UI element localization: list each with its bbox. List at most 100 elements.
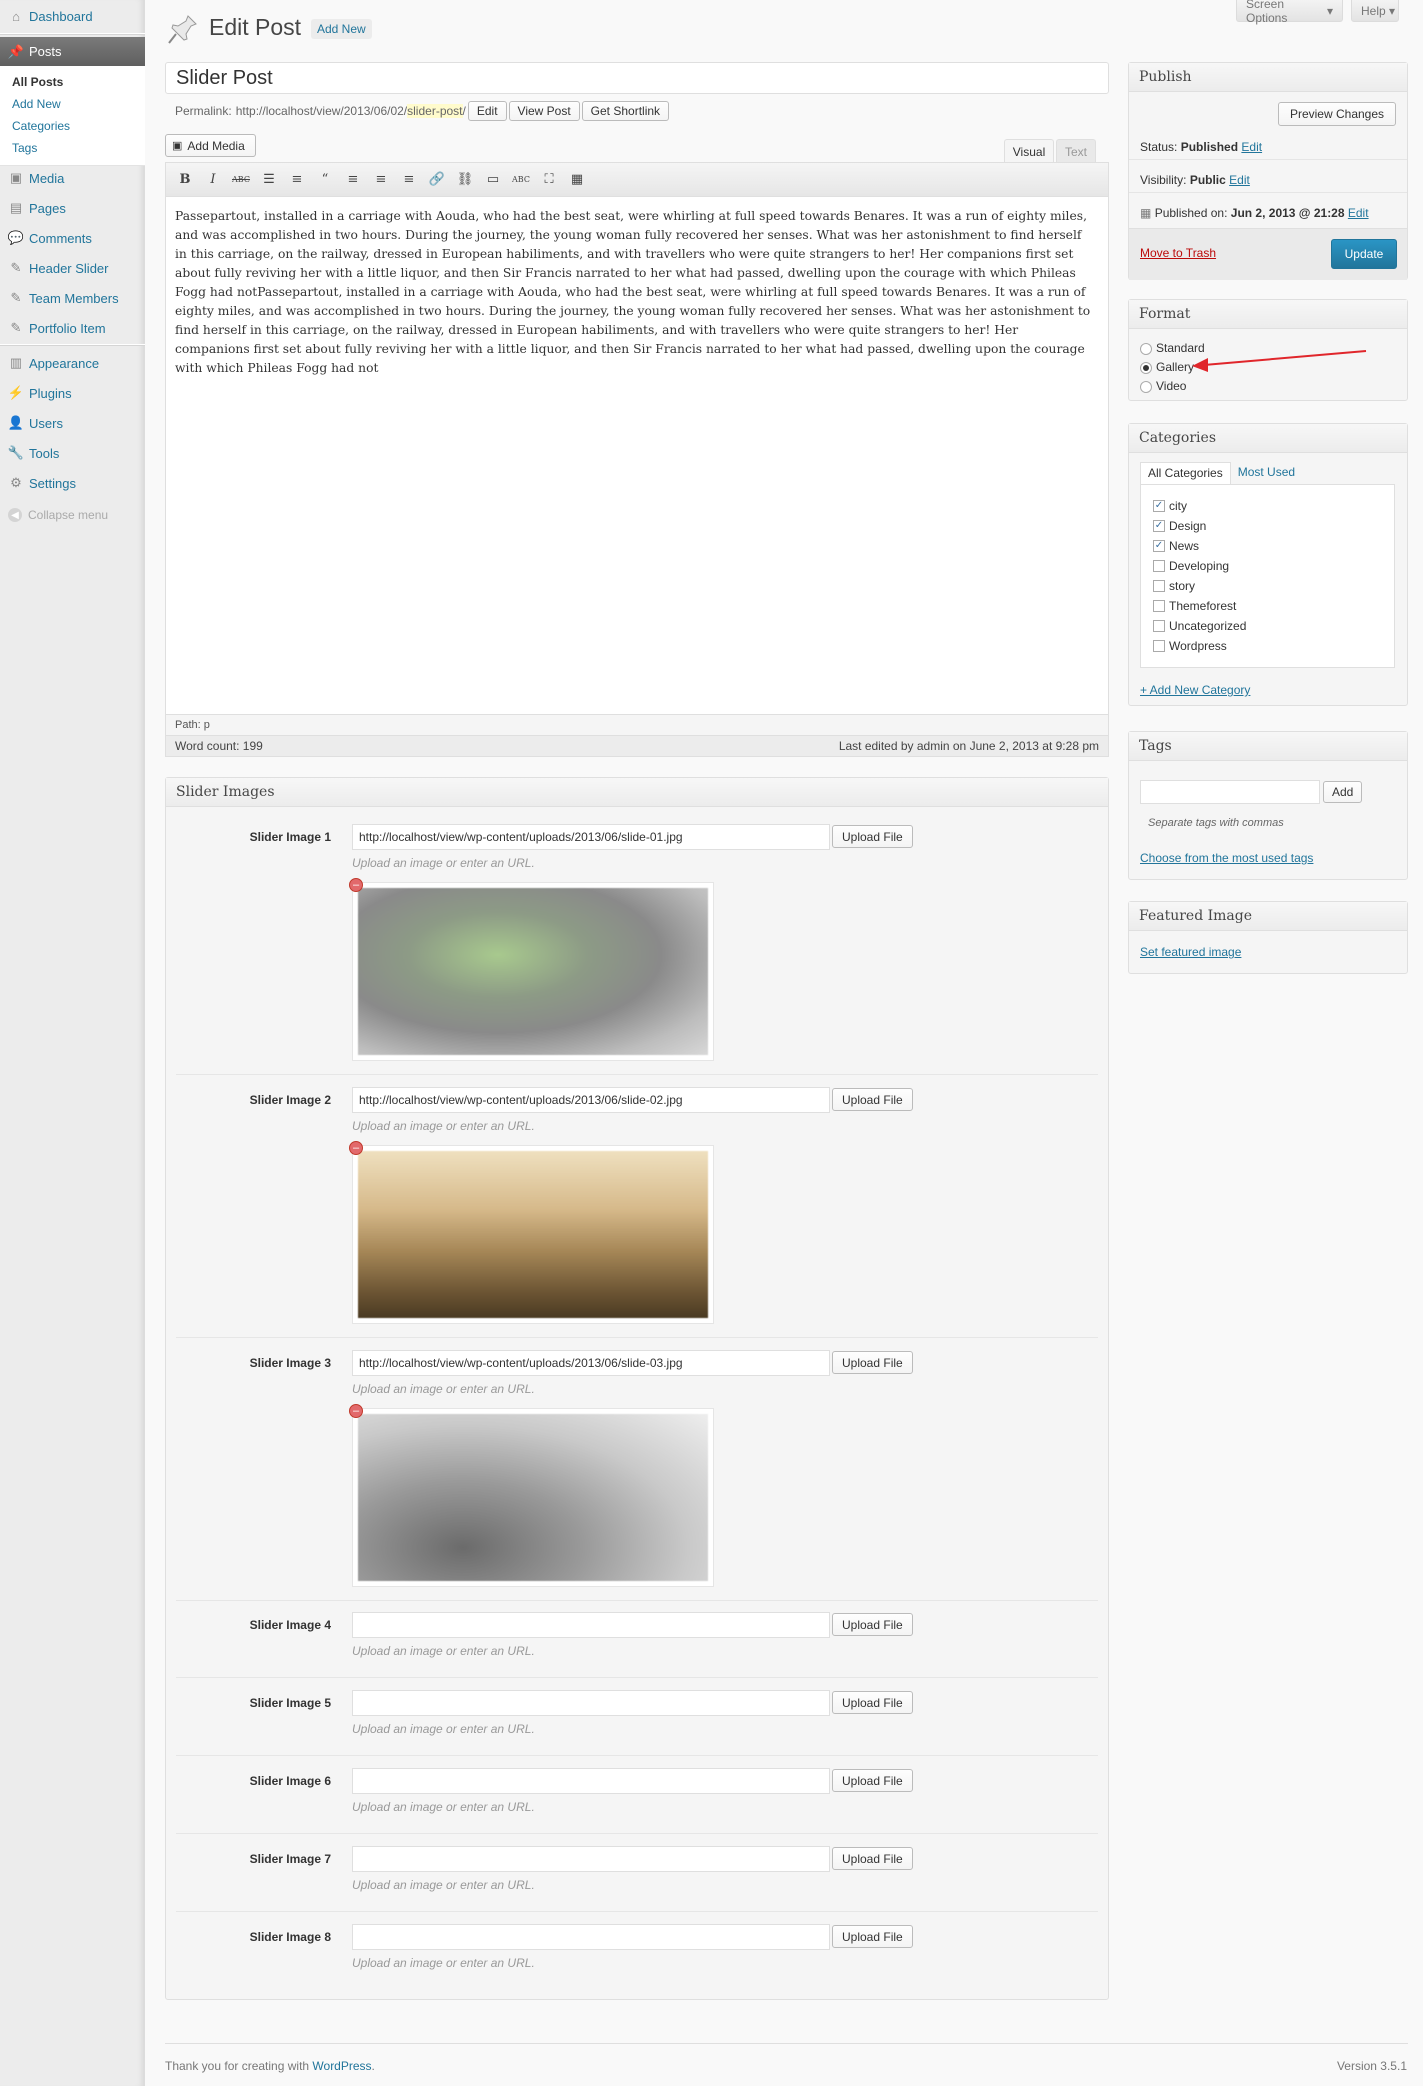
- post-editor[interactable]: B I ABC ☰ ≡ “ ≡ ≡ ≡ 🔗 ⛓ ▭ ABC ⛶ ▦ Passepartout, instal…: [165, 162, 1109, 757]
- permalink-slug[interactable]: slider-post: [407, 104, 463, 118]
- kitchen-sink-icon[interactable]: ▦: [566, 169, 588, 191]
- menu-pages[interactable]: ▤ Pages: [0, 194, 145, 222]
- remove-image-icon[interactable]: –: [349, 1404, 363, 1418]
- get-shortlink-button[interactable]: Get Shortlink: [581, 101, 670, 121]
- checkbox-checked[interactable]: ✓: [1153, 520, 1165, 532]
- menu-appearance[interactable]: ▥ Appearance: [0, 349, 145, 377]
- upload-file-button[interactable]: Upload File: [832, 1847, 913, 1870]
- wordpress-link[interactable]: WordPress: [312, 2059, 371, 2073]
- category-item[interactable]: Uncategorized: [1153, 616, 1382, 636]
- add-media-button[interactable]: ▣ Add Media: [165, 134, 256, 157]
- menu-media[interactable]: ▣ Media: [0, 164, 145, 192]
- slider-image-url-input[interactable]: [352, 1690, 830, 1716]
- checkbox-checked[interactable]: ✓: [1153, 540, 1165, 552]
- update-button[interactable]: Update: [1331, 239, 1397, 269]
- category-item[interactable]: Developing: [1153, 556, 1382, 576]
- category-item[interactable]: ✓ News: [1153, 536, 1382, 556]
- checkbox[interactable]: [1153, 620, 1165, 632]
- slider-image-url-input[interactable]: [352, 1350, 830, 1376]
- slider-image-url-input[interactable]: [352, 1846, 830, 1872]
- slider-image-url-input[interactable]: [352, 1924, 830, 1950]
- category-item[interactable]: Wordpress: [1153, 636, 1382, 656]
- submenu-add-new[interactable]: Add New: [12, 93, 145, 115]
- submenu-all-posts[interactable]: All Posts: [12, 71, 145, 93]
- unlink-icon[interactable]: ⛓: [454, 169, 476, 191]
- menu-settings[interactable]: ⚙ Settings: [0, 469, 145, 497]
- remove-image-icon[interactable]: –: [349, 1141, 363, 1155]
- spellcheck-icon[interactable]: ABC: [510, 169, 532, 191]
- checkbox-checked[interactable]: ✓: [1153, 500, 1165, 512]
- tab-text[interactable]: Text: [1056, 139, 1096, 163]
- link-icon[interactable]: 🔗: [426, 169, 448, 191]
- checkbox[interactable]: [1153, 580, 1165, 592]
- tags-input[interactable]: [1140, 780, 1320, 804]
- tab-visual[interactable]: Visual: [1004, 139, 1054, 163]
- format-option-video[interactable]: Video: [1140, 377, 1205, 396]
- more-tag-icon[interactable]: ▭: [482, 169, 504, 191]
- edit-status-link[interactable]: Edit: [1241, 140, 1262, 154]
- align-center-icon[interactable]: ≡: [370, 169, 392, 191]
- strikethrough-icon[interactable]: ABC: [230, 169, 252, 191]
- move-to-trash-link[interactable]: Move to Trash: [1140, 246, 1216, 260]
- menu-plugins[interactable]: ⚡ Plugins: [0, 379, 145, 407]
- collapse-menu-button[interactable]: ◀ Collapse menu: [8, 508, 108, 522]
- radio-button-selected[interactable]: [1140, 361, 1152, 374]
- upload-file-button[interactable]: Upload File: [832, 1613, 913, 1636]
- edit-visibility-link[interactable]: Edit: [1229, 173, 1250, 187]
- menu-dashboard[interactable]: ⌂ Dashboard: [0, 2, 145, 30]
- upload-file-button[interactable]: Upload File: [832, 1088, 913, 1111]
- slider-image-url-input[interactable]: [352, 1612, 830, 1638]
- add-new-post-button[interactable]: Add New: [311, 19, 372, 39]
- upload-file-button[interactable]: Upload File: [832, 825, 913, 848]
- edit-date-link[interactable]: Edit: [1348, 206, 1369, 220]
- align-right-icon[interactable]: ≡: [398, 169, 420, 191]
- menu-users[interactable]: 👤 Users: [0, 409, 145, 437]
- align-left-icon[interactable]: ≡: [342, 169, 364, 191]
- editor-content[interactable]: Passepartout, installed in a carriage wi…: [175, 207, 1095, 378]
- preview-changes-button[interactable]: Preview Changes: [1278, 102, 1396, 126]
- help-button[interactable]: Help ▾: [1351, 0, 1399, 22]
- slider-image-url-input[interactable]: [352, 1087, 830, 1113]
- edit-permalink-button[interactable]: Edit: [467, 101, 507, 121]
- radio-button[interactable]: [1140, 380, 1152, 393]
- set-featured-image-link[interactable]: Set featured image: [1140, 945, 1241, 959]
- fullscreen-icon[interactable]: ⛶: [538, 169, 560, 191]
- bullet-list-icon[interactable]: ☰: [258, 169, 280, 191]
- slider-image-url-input[interactable]: [352, 1768, 830, 1794]
- upload-file-button[interactable]: Upload File: [832, 1769, 913, 1792]
- numbered-list-icon[interactable]: ≡: [286, 169, 308, 191]
- italic-icon[interactable]: I: [202, 169, 224, 191]
- blockquote-icon[interactable]: “: [314, 169, 336, 191]
- slider-image-url-input[interactable]: [352, 824, 830, 850]
- screen-options-button[interactable]: Screen Options ▾: [1236, 0, 1343, 25]
- remove-image-icon[interactable]: –: [349, 878, 363, 892]
- menu-tools[interactable]: 🔧 Tools: [0, 439, 145, 467]
- view-post-button[interactable]: View Post: [508, 101, 580, 121]
- menu-comments[interactable]: 💬 Comments: [0, 224, 145, 252]
- tab-all-categories[interactable]: All Categories: [1140, 462, 1231, 484]
- menu-posts[interactable]: 📌 Posts: [0, 37, 145, 66]
- checkbox[interactable]: [1153, 600, 1165, 612]
- checkbox[interactable]: [1153, 560, 1165, 572]
- post-title-input[interactable]: [165, 62, 1109, 94]
- category-item[interactable]: ✓ Design: [1153, 516, 1382, 536]
- category-item[interactable]: Themeforest: [1153, 596, 1382, 616]
- submenu-tags[interactable]: Tags: [12, 137, 145, 159]
- menu-portfolio-item[interactable]: ✎ Portfolio Item: [0, 314, 145, 342]
- tab-most-used[interactable]: Most Used: [1231, 462, 1302, 484]
- upload-file-button[interactable]: Upload File: [832, 1925, 913, 1948]
- add-new-category-link[interactable]: + Add New Category: [1140, 683, 1250, 697]
- upload-file-button[interactable]: Upload File: [832, 1351, 913, 1374]
- checkbox[interactable]: [1153, 640, 1165, 652]
- category-item[interactable]: story: [1153, 576, 1382, 596]
- bold-icon[interactable]: B: [174, 169, 196, 191]
- menu-header-slider[interactable]: ✎ Header Slider: [0, 254, 145, 282]
- submenu-categories[interactable]: Categories: [12, 115, 145, 137]
- choose-tags-link[interactable]: Choose from the most used tags: [1140, 851, 1313, 865]
- add-tag-button[interactable]: Add: [1323, 781, 1363, 803]
- category-item[interactable]: ✓ city: [1153, 496, 1382, 516]
- menu-team-members[interactable]: ✎ Team Members: [0, 284, 145, 312]
- menu-label: Team Members: [29, 290, 119, 306]
- upload-file-button[interactable]: Upload File: [832, 1691, 913, 1714]
- radio-button[interactable]: [1140, 342, 1152, 355]
